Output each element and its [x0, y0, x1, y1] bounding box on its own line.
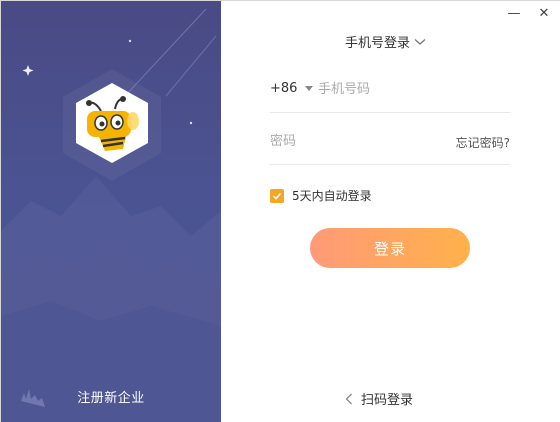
night-mountain-background	[1, 8, 221, 422]
remember-checkbox[interactable]	[270, 188, 284, 203]
forgot-password-link[interactable]: 忘记密码?	[456, 134, 510, 151]
remember-login-option[interactable]: 5天内自动登录	[270, 187, 372, 204]
password-field: 忘记密码?	[270, 119, 510, 165]
login-mode-label: 手机号登录	[345, 36, 411, 51]
bee-mascot-icon	[76, 83, 148, 163]
login-mode-selector[interactable]: 手机号登录	[345, 32, 445, 51]
caret-down-icon	[305, 86, 314, 91]
qr-login-label: 扫码登录	[361, 393, 414, 408]
left-panel: 注册新企业	[1, 1, 221, 422]
qr-login-link[interactable]: 扫码登录	[345, 389, 413, 408]
close-button[interactable]: ✕	[535, 5, 553, 23]
register-company-link[interactable]: 注册新企业	[63, 387, 159, 406]
phone-input[interactable]	[318, 77, 508, 101]
password-input[interactable]	[270, 129, 440, 153]
minimize-button[interactable]: —	[505, 5, 523, 23]
remember-label: 5天内自动登录	[292, 189, 372, 203]
login-window: 注册新企业 — ✕ 手机号登录 +86 忘记密码?	[0, 0, 560, 422]
app-logo	[71, 81, 153, 163]
country-code-value: +86	[270, 81, 298, 96]
chevron-down-icon	[414, 38, 426, 45]
login-button[interactable]: 登录	[310, 228, 470, 268]
chevron-left-icon	[345, 393, 352, 404]
phone-field: +86	[270, 67, 510, 113]
login-form-panel: — ✕ 手机号登录 +86 忘记密码? 5天内自动登录	[221, 1, 560, 422]
country-code-selector[interactable]: +86	[270, 81, 314, 96]
checkmark-icon	[272, 192, 282, 200]
